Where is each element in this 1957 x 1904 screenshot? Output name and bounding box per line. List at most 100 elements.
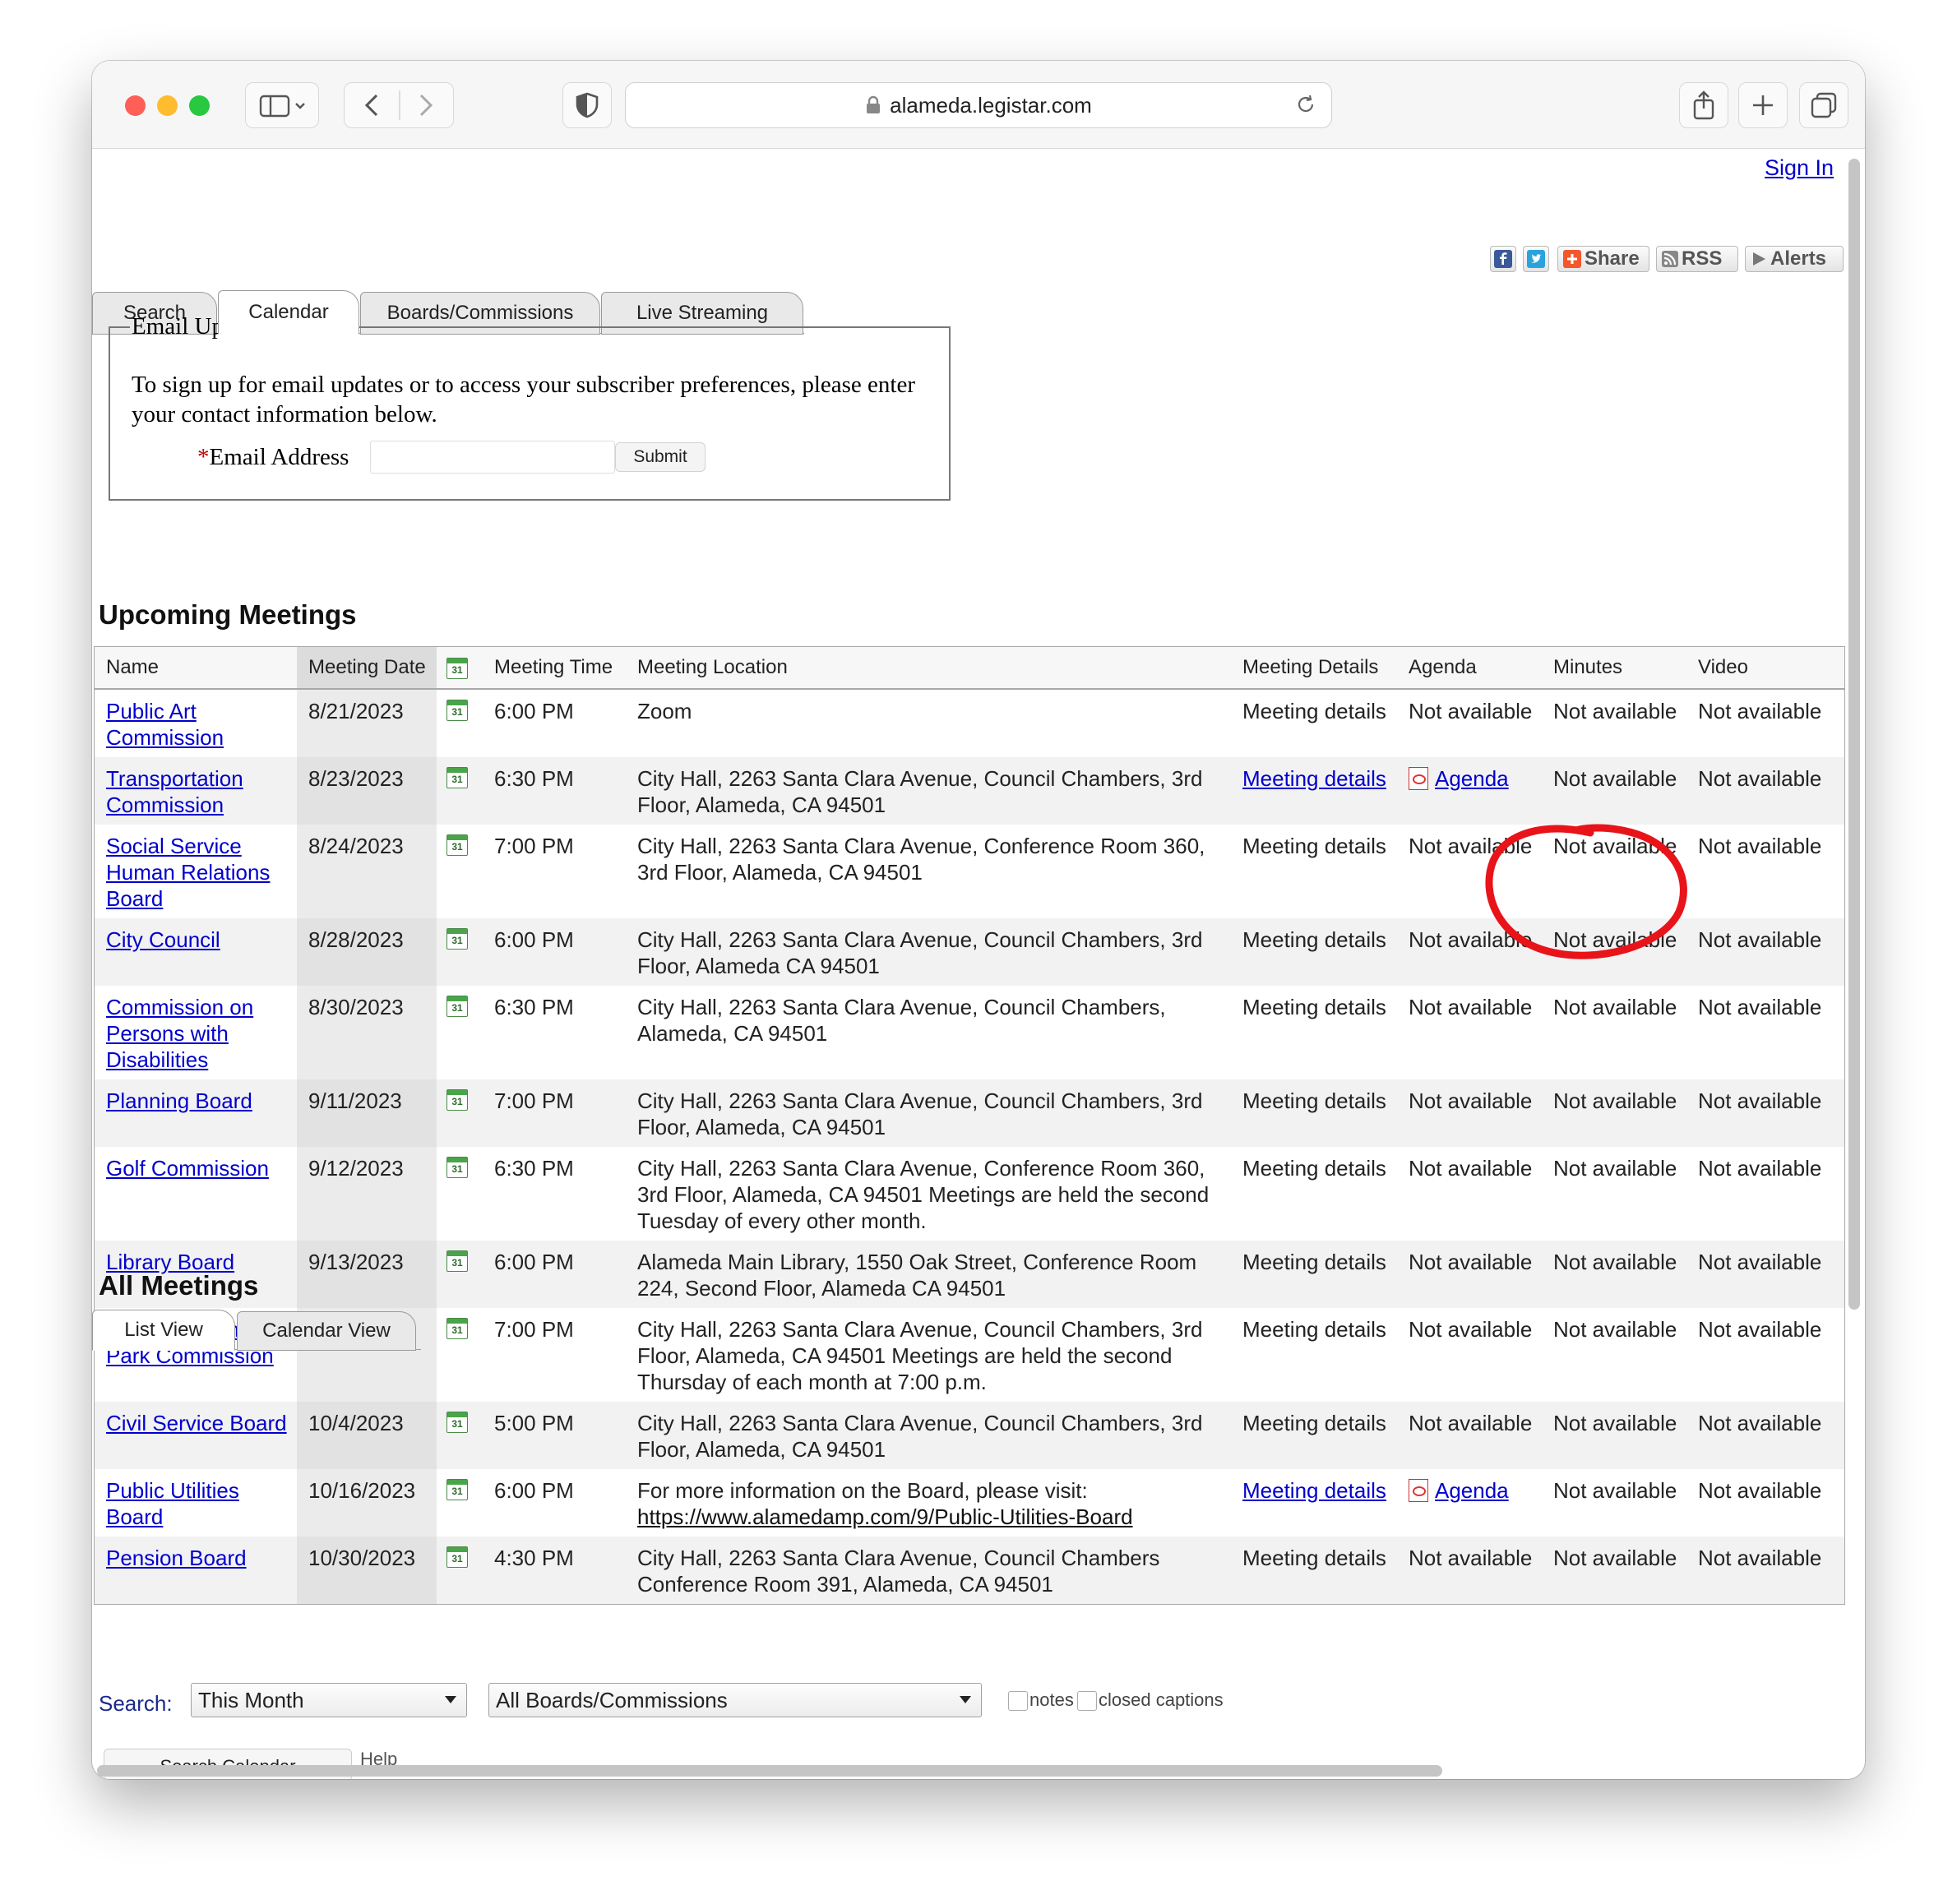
meeting-name-cell: Public Utilities Board <box>95 1469 297 1537</box>
facebook-button[interactable] <box>1490 246 1516 272</box>
minutes-text: Not available <box>1553 1478 1677 1503</box>
email-address-label: *Email Address <box>197 444 349 471</box>
location-url-link[interactable]: https://www.alamedamp.com/9/Public-Utili… <box>637 1504 1133 1529</box>
agenda-link[interactable]: Agenda <box>1435 766 1509 791</box>
add-to-calendar-icon[interactable]: 31 <box>446 1479 468 1500</box>
column-header-name[interactable]: Name <box>95 647 297 690</box>
meeting-body-link[interactable]: Pension Board <box>106 1546 247 1570</box>
add-to-calendar-icon[interactable]: 31 <box>446 834 468 856</box>
closed-captions-label: closed captions <box>1099 1689 1224 1710</box>
closed-captions-checkbox[interactable] <box>1077 1691 1097 1711</box>
email-label-text: Email Address <box>209 444 349 470</box>
add-to-calendar-icon[interactable]: 31 <box>446 928 468 950</box>
meeting-name-cell: Planning Board <box>95 1079 297 1147</box>
back-button[interactable] <box>364 94 378 117</box>
meeting-body-link[interactable]: Public Utilities Board <box>106 1478 239 1529</box>
column-header-meeting-date[interactable]: Meeting Date <box>297 647 437 690</box>
shield-icon <box>576 92 599 118</box>
meeting-location: For more information on the Board, pleas… <box>626 1469 1231 1537</box>
privacy-shield-button[interactable] <box>562 82 612 128</box>
forward-button[interactable] <box>419 94 433 117</box>
horizontal-scrollbar[interactable] <box>97 1765 1442 1777</box>
tab-calendar[interactable]: Calendar <box>218 290 359 335</box>
agenda-text: Not available <box>1409 699 1533 723</box>
notes-checkbox[interactable] <box>1008 1691 1028 1711</box>
add-to-calendar-icon[interactable]: 31 <box>446 1318 468 1339</box>
add-to-calendar-icon[interactable]: 31 <box>446 1089 468 1111</box>
reload-icon[interactable] <box>1295 94 1316 115</box>
column-header-minutes[interactable]: Minutes <box>1542 647 1686 690</box>
column-header-meeting-location[interactable]: Meeting Location <box>626 647 1231 690</box>
column-header-calendar[interactable]: 31 <box>437 647 483 690</box>
add-to-calendar-icon[interactable]: 31 <box>446 1157 468 1178</box>
submit-button[interactable]: Submit <box>615 442 706 472</box>
share-button[interactable]: Share <box>1557 246 1649 272</box>
add-to-calendar-icon[interactable]: 31 <box>446 700 468 721</box>
twitter-button[interactable] <box>1523 246 1549 272</box>
vertical-scrollbar[interactable] <box>1848 159 1860 1310</box>
meeting-date: 9/12/2023 <box>297 1147 437 1241</box>
meeting-body-link[interactable]: Transportation Commission <box>106 766 243 817</box>
tab-list-view[interactable]: List View <box>92 1310 235 1351</box>
minutes-text: Not available <box>1553 995 1677 1019</box>
meeting-time: 6:00 PM <box>494 1478 574 1503</box>
column-header-meeting-details[interactable]: Meeting Details <box>1231 647 1397 690</box>
meeting-details-text: Meeting details <box>1242 834 1386 858</box>
add-to-calendar-icon[interactable]: 31 <box>446 996 468 1017</box>
column-header-agenda[interactable]: Agenda <box>1397 647 1542 690</box>
video-text: Not available <box>1686 1079 1844 1147</box>
zoom-window-button[interactable] <box>189 95 210 116</box>
upcoming-meetings-table: Name Meeting Date 31 Meeting Time Meetin… <box>94 646 1845 1605</box>
meeting-time: 7:00 PM <box>494 834 574 858</box>
meeting-body-link[interactable]: Commission on Persons with Disabilities <box>106 995 253 1072</box>
red-circle-annotation <box>1485 824 1687 959</box>
meeting-body-link[interactable]: Civil Service Board <box>106 1411 287 1435</box>
new-tab-button[interactable] <box>1738 82 1788 128</box>
add-to-calendar-icon[interactable]: 31 <box>446 767 468 788</box>
sign-in-link[interactable]: Sign In <box>1765 155 1834 181</box>
agenda-text: Not available <box>1409 995 1533 1019</box>
add-to-calendar-icon[interactable]: 31 <box>446 1412 468 1433</box>
search-label: Search: <box>99 1691 173 1716</box>
meeting-name-cell: Pension Board <box>95 1537 297 1604</box>
meeting-body-link[interactable]: Social Service Human Relations Board <box>106 834 270 911</box>
email-address-input[interactable] <box>370 441 615 474</box>
column-header-video[interactable]: Video <box>1686 647 1844 690</box>
agenda-text: Not available <box>1397 1402 1542 1469</box>
alerts-label: Alerts <box>1770 247 1827 270</box>
calendar-cell: 31 <box>437 1537 483 1604</box>
dropdown-arrow-icon <box>960 1696 971 1703</box>
body-select[interactable]: All Boards/Commissions <box>488 1683 982 1717</box>
close-window-button[interactable] <box>125 95 146 116</box>
meeting-body-link[interactable]: Golf Commission <box>106 1156 269 1181</box>
tab-calendar-view[interactable]: Calendar View <box>237 1311 416 1351</box>
meeting-body-link[interactable]: City Council <box>106 927 220 952</box>
meeting-location: City Hall, 2263 Santa Clara Avenue, Conf… <box>626 825 1231 918</box>
agenda-link[interactable]: Agenda <box>1435 1478 1509 1503</box>
column-header-meeting-time[interactable]: Meeting Time <box>483 647 626 690</box>
meeting-body-link[interactable]: Public Art Commission <box>106 699 224 750</box>
meeting-details-text: Meeting details <box>1242 699 1386 723</box>
minutes-text: Not available <box>1542 1537 1686 1604</box>
meeting-location: City Hall, 2263 Santa Clara Avenue, Coun… <box>626 1537 1231 1604</box>
address-bar[interactable]: alameda.legistar.com <box>625 82 1332 128</box>
alerts-button[interactable]: Alerts <box>1745 246 1844 272</box>
video-text: Not available <box>1686 1402 1844 1469</box>
sidebar-toggle-button[interactable] <box>245 82 319 128</box>
meeting-body-link[interactable]: Planning Board <box>106 1088 252 1113</box>
rss-button[interactable]: RSS <box>1656 246 1738 272</box>
time-period-select[interactable]: This Month <box>191 1683 467 1717</box>
rss-label: RSS <box>1682 247 1723 270</box>
meeting-time: 6:30 PM <box>494 995 574 1019</box>
share-page-button[interactable] <box>1679 82 1728 128</box>
meeting-details-link[interactable]: Meeting details <box>1242 766 1386 791</box>
meeting-details-cell: Meeting details <box>1231 1469 1397 1537</box>
meeting-location-text: For more information on the Board, pleas… <box>637 1478 1088 1503</box>
tab-overview-button[interactable] <box>1799 82 1848 128</box>
dropdown-arrow-icon <box>445 1696 456 1703</box>
meeting-details-link[interactable]: Meeting details <box>1242 1478 1386 1503</box>
meeting-location-text: City Hall, 2263 Santa Clara Avenue, Coun… <box>637 1088 1203 1139</box>
add-to-calendar-icon[interactable]: 31 <box>446 1250 468 1272</box>
minimize-window-button[interactable] <box>157 95 178 116</box>
add-to-calendar-icon[interactable]: 31 <box>446 1546 468 1568</box>
